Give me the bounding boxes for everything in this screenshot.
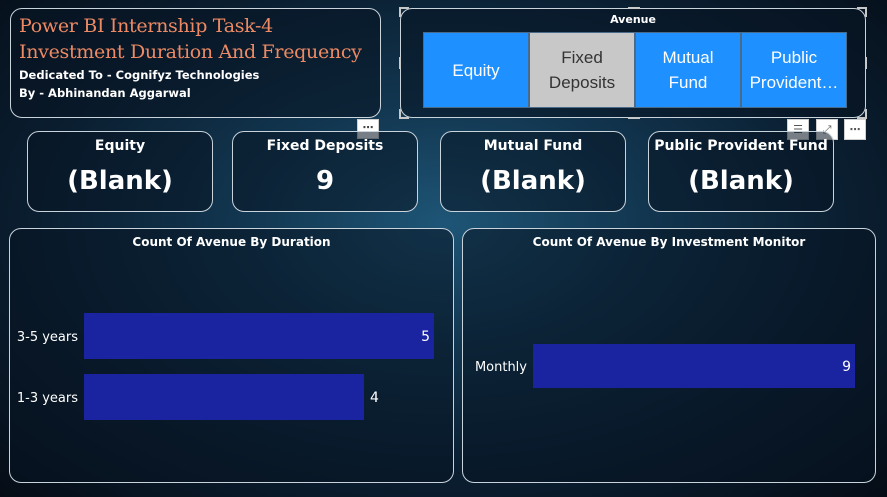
- resize-handle[interactable]: [399, 7, 401, 17]
- card-label: Public Provident Fund: [654, 138, 828, 154]
- category-label: 3-5 years: [17, 330, 78, 345]
- slicer-label-line: Deposits: [548, 73, 616, 92]
- card-label: Equity: [94, 138, 146, 154]
- bar[interactable]: [84, 374, 364, 420]
- card-mutual-fund: Mutual Fund (Blank): [440, 131, 626, 212]
- report-title-panel: Power BI Internship Task-4 Investment Du…: [10, 8, 381, 118]
- slicer-label-line: Public: [770, 48, 818, 67]
- card-label: Fixed Deposits: [266, 138, 384, 154]
- slicer-label-line: Mutual: [662, 48, 714, 67]
- chart-duration[interactable]: Count Of Avenue By Duration 3-5 years 5 1-…: [9, 228, 454, 483]
- report-title-line1: Power BI Internship Task-4: [19, 15, 273, 37]
- category-label: Monthly: [475, 360, 527, 375]
- bar[interactable]: [533, 344, 855, 388]
- data-label: 4: [370, 390, 379, 406]
- investment-monitor-bar-chart: Monthly 9: [475, 344, 855, 388]
- card-value: (Blank): [480, 166, 586, 196]
- slicer-label-line: Provident…: [749, 73, 839, 92]
- avenue-slicer: Avenue Equity Fixed Deposits Mutual Fund P…: [400, 8, 866, 118]
- resize-handle[interactable]: [865, 7, 867, 17]
- dedication-text: Dedicated To - Cognifyz Technologies: [19, 68, 260, 82]
- slicer-option-equity[interactable]: Equity: [423, 32, 529, 108]
- card-fixed-deposits: Fixed Deposits 9: [232, 131, 418, 212]
- resize-handle[interactable]: [628, 117, 640, 119]
- author-text: By - Abhinandan Aggarwal: [19, 86, 191, 100]
- data-label: 9: [842, 359, 851, 375]
- slicer-option-public-provident[interactable]: Public Provident…: [741, 32, 847, 108]
- data-label: 5: [421, 329, 430, 345]
- card-value: (Blank): [67, 166, 173, 196]
- resize-handle[interactable]: [628, 7, 640, 9]
- slicer-label-line: Fund: [668, 73, 708, 92]
- slicer-option-fixed-deposits[interactable]: Fixed Deposits: [529, 32, 635, 108]
- card-label: Mutual Fund: [483, 138, 583, 154]
- card-public-provident-fund: Public Provident Fund (Blank): [648, 131, 834, 212]
- resize-handle[interactable]: [399, 117, 409, 119]
- resize-handle[interactable]: [865, 57, 867, 69]
- chart-investment-monitor[interactable]: Count Of Avenue By Investment Monitor Mo…: [462, 228, 876, 483]
- slicer-title: Avenue: [610, 13, 656, 26]
- resize-handle[interactable]: [399, 57, 401, 69]
- card-equity: Equity (Blank): [27, 131, 213, 212]
- card-value: 9: [315, 166, 335, 196]
- bar[interactable]: [84, 313, 434, 359]
- slicer-option-mutual-fund[interactable]: Mutual Fund: [635, 32, 741, 108]
- report-title-line2: Investment Duration And Frequency: [19, 41, 362, 63]
- card-value: (Blank): [688, 166, 794, 196]
- more-options-icon[interactable]: ⋯: [844, 119, 866, 140]
- duration-bar-chart: 3-5 years 5 1-3 years 4: [17, 313, 434, 420]
- category-label: 1-3 years: [17, 391, 78, 406]
- slicer-label-line: Fixed: [561, 48, 603, 67]
